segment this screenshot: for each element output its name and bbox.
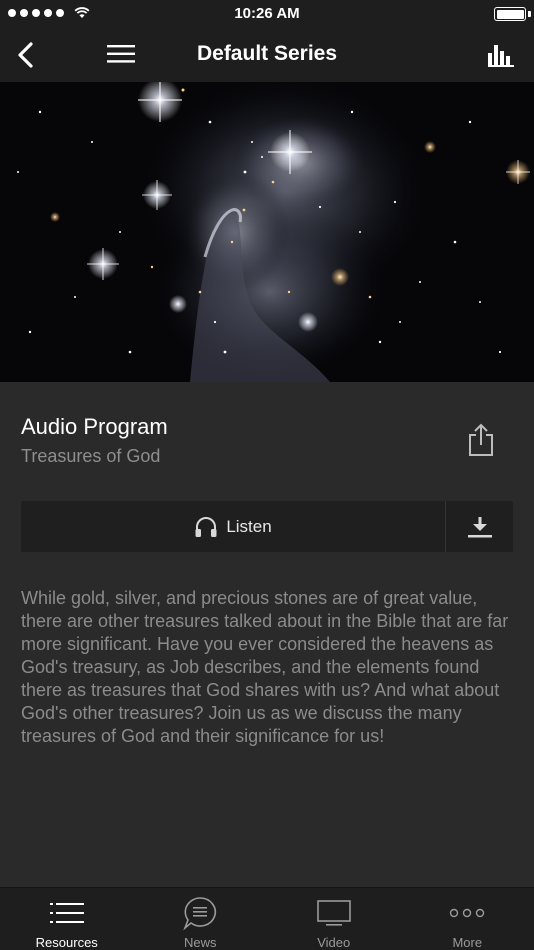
program-description: While gold, silver, and precious stones …: [21, 588, 509, 746]
tab-resources[interactable]: Resources: [0, 888, 134, 950]
download-icon: [467, 516, 492, 537]
download-button[interactable]: [446, 501, 513, 552]
share-icon: [469, 423, 493, 456]
tab-label: News: [183, 935, 217, 950]
action-row: Listen: [21, 501, 513, 552]
tab-more[interactable]: More: [401, 888, 534, 950]
battery-icon: [494, 7, 526, 21]
tab-label: Video: [317, 935, 351, 950]
listen-label: Listen: [226, 516, 272, 536]
listen-button[interactable]: Listen: [21, 501, 445, 552]
program-subtitle: Treasures of God: [21, 446, 161, 466]
hero-image: [0, 82, 534, 382]
tab-bar: Resources News Video More: [0, 887, 534, 950]
share-button[interactable]: [462, 420, 500, 460]
headphones-icon: [195, 516, 217, 537]
program-title: Audio Program: [21, 414, 168, 439]
tab-label: Resources: [35, 935, 98, 950]
tv-icon: [316, 900, 351, 926]
nebula-image: [0, 82, 534, 382]
status-time: 10:26 AM: [234, 5, 300, 22]
list-icon: [49, 903, 84, 923]
status-bar: 10:26 AM: [0, 0, 534, 28]
tab-label: More: [452, 935, 483, 950]
tab-video[interactable]: Video: [267, 888, 401, 950]
program-info: Audio Program Treasures of God Listen Wh…: [0, 382, 534, 887]
nav-bar: Default Series: [0, 28, 534, 82]
page-title: Default Series: [196, 42, 338, 65]
bar-chart-icon: [488, 45, 514, 67]
chat-bubble-icon: [183, 897, 217, 931]
more-dots-icon: [450, 908, 485, 918]
stats-button[interactable]: [486, 40, 516, 70]
tab-news[interactable]: News: [134, 888, 268, 950]
